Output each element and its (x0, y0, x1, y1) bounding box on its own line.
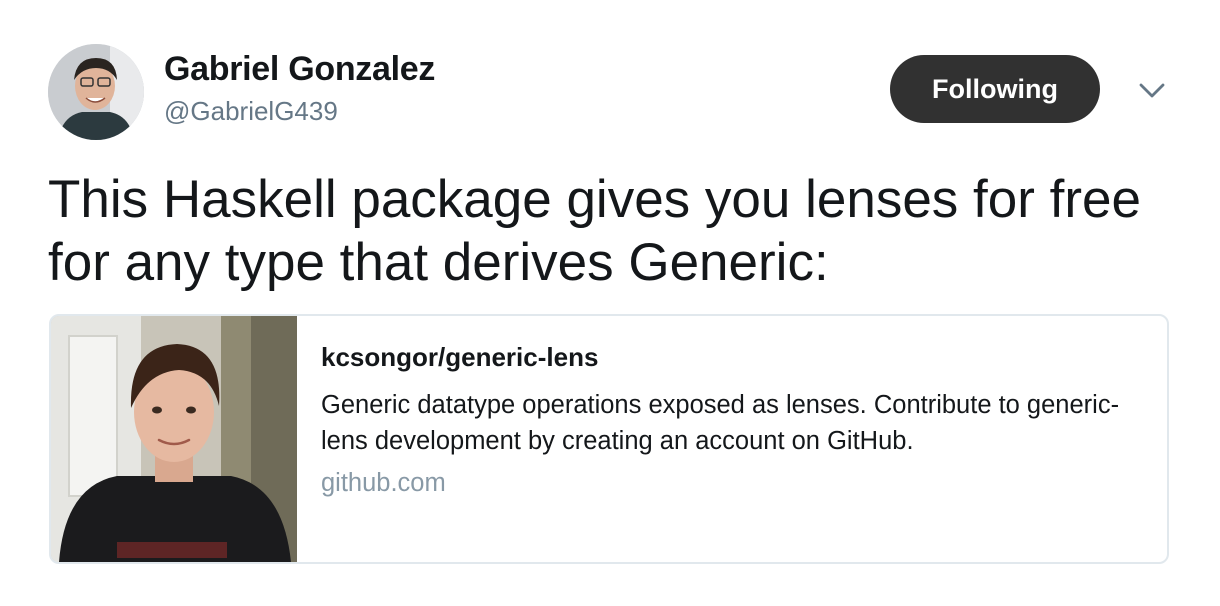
profile-photo-icon (48, 44, 144, 140)
card-image (51, 316, 297, 562)
card-domain: github.com (321, 469, 446, 497)
card-title[interactable]: kcsongor/generic-lens (321, 342, 1141, 373)
profile-photo-icon (51, 316, 297, 562)
card-description: Generic datatype operations exposed as l… (321, 391, 1120, 455)
following-button[interactable]: Following (890, 55, 1100, 123)
tweet: Gabriel Gonzalez @GabrielG439 Following … (0, 0, 1220, 606)
author-avatar[interactable] (48, 44, 144, 140)
author-handle[interactable]: @GabrielG439 (164, 96, 338, 127)
tweet-text: This Haskell package gives you lenses fo… (48, 170, 1141, 292)
following-button-label: Following (932, 73, 1058, 104)
chevron-down-icon[interactable] (1136, 78, 1168, 102)
card-body: kcsongor/generic-lens Generic datatype o… (321, 342, 1141, 498)
author-name[interactable]: Gabriel Gonzalez (164, 50, 435, 89)
link-card[interactable]: kcsongor/generic-lens Generic datatype o… (49, 314, 1169, 564)
